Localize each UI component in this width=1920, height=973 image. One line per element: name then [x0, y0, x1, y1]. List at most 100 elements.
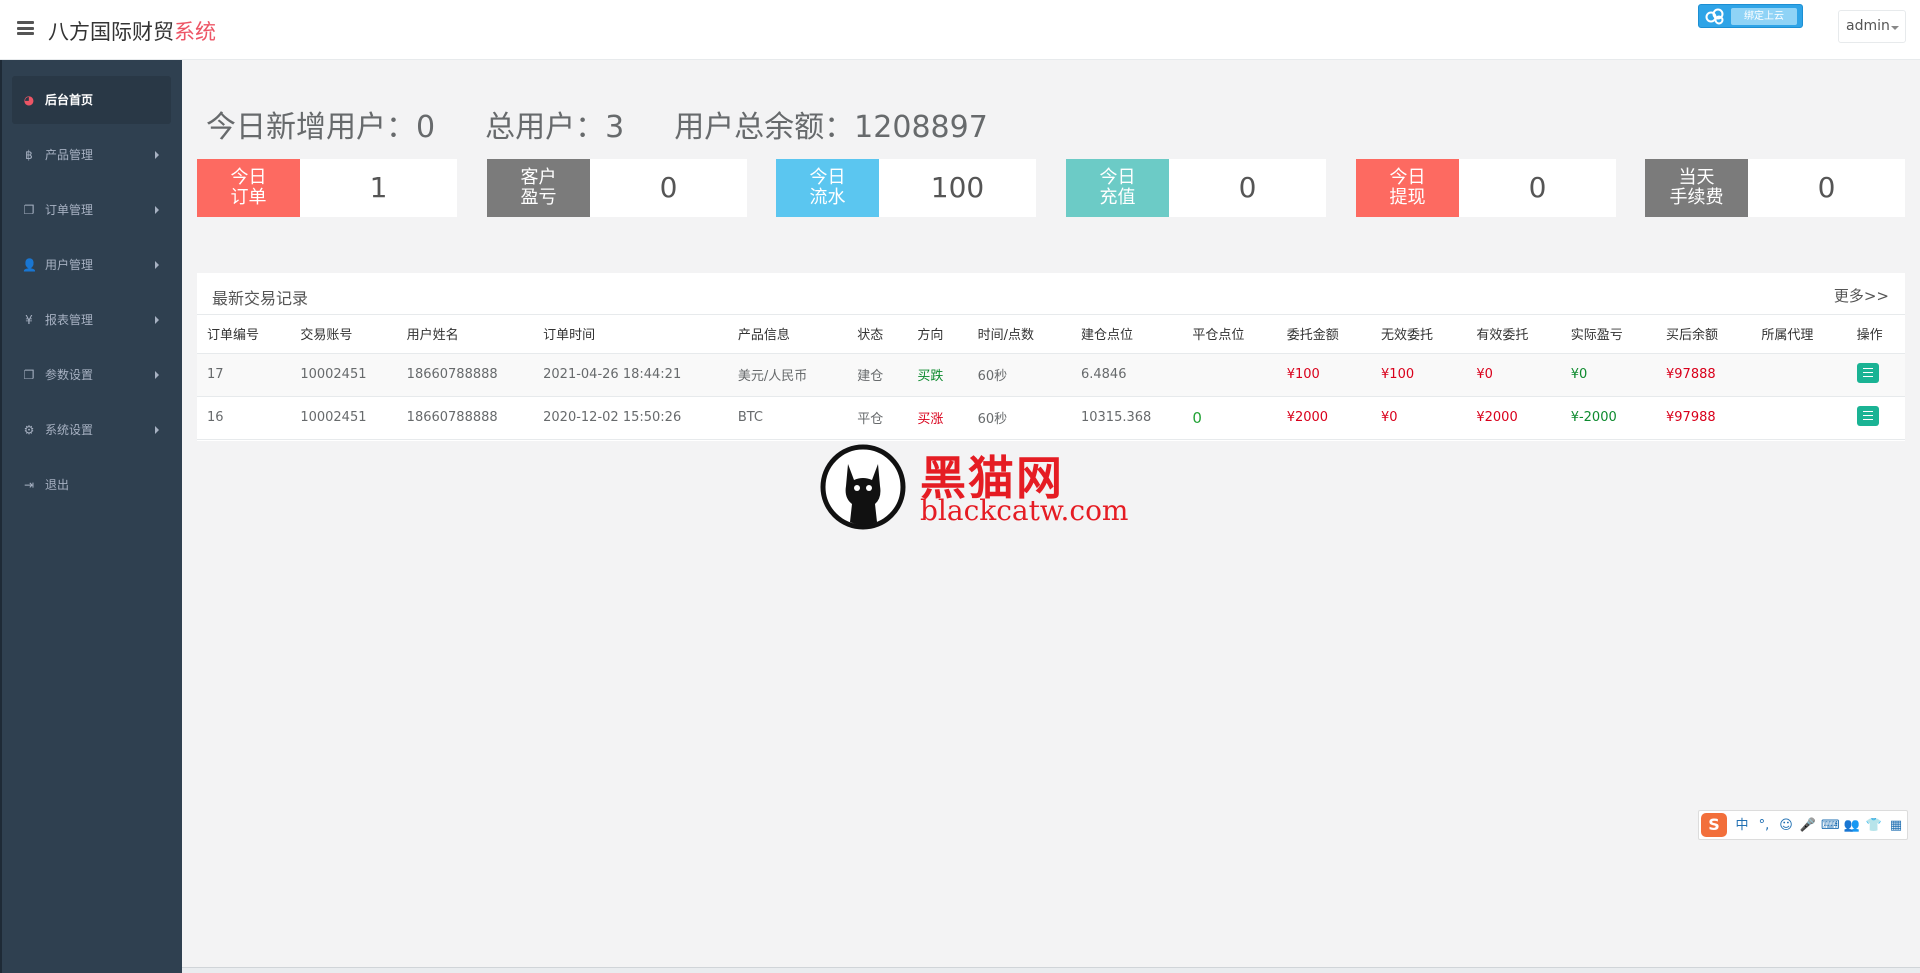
- cell-time: 2020-12-02 15:50:26: [533, 396, 728, 440]
- sidebar: ◕ 后台首页 ฿ 产品管理 ❐ 订单管理 👤 用户管理 ¥ 报表管理 ❐ 参数设…: [0, 60, 182, 973]
- detail-button[interactable]: [1856, 362, 1879, 383]
- stat-label: 今日 充值: [1066, 159, 1169, 217]
- column-header: 买后余额: [1656, 315, 1752, 354]
- user-menu-dropdown[interactable]: admin: [1838, 10, 1906, 43]
- chinese-mode-icon[interactable]: 中: [1733, 817, 1751, 835]
- stat-label-line: 盈亏: [520, 187, 557, 208]
- column-header: 订单时间: [533, 315, 728, 354]
- cell-close-price: [1182, 353, 1277, 397]
- sidebar-item-parameters[interactable]: ❐ 参数设置: [12, 351, 171, 399]
- top-navbar: 八方国际财贸系统 绑定上云 admin: [0, 0, 1920, 60]
- cell-open-price: 10315.368: [1070, 396, 1183, 440]
- app-title: 八方国际财贸系统: [48, 16, 216, 46]
- stat-label-line: 客户: [520, 167, 557, 188]
- keyboard-icon[interactable]: ⌨: [1821, 817, 1840, 835]
- sidebar-item-label: 报表管理: [45, 313, 94, 327]
- cell-valid: ¥2000: [1466, 396, 1561, 440]
- menu-toggle-icon[interactable]: [17, 21, 34, 35]
- sidebar-item-label: 系统设置: [45, 423, 94, 437]
- cell-product: 美元/人民币: [727, 353, 848, 397]
- bottom-scrollbar[interactable]: [182, 967, 1920, 973]
- stat-value: 1: [369, 171, 388, 204]
- stat-value: 0: [1817, 171, 1836, 204]
- column-header: 平仓点位: [1182, 315, 1277, 354]
- sidebar-item-label: 退出: [45, 478, 70, 492]
- column-header: 时间/点数: [967, 315, 1071, 354]
- stat-label: 客户 盈亏: [487, 159, 590, 217]
- cell-status: 建仓: [847, 353, 908, 397]
- sidebar-item-system[interactable]: ⚙ 系统设置: [12, 406, 171, 454]
- caret-right-icon: [155, 316, 159, 324]
- watermark-text-en: blackcatw.com: [920, 494, 1129, 527]
- cell-order-id: 17: [197, 353, 291, 397]
- punctuation-icon[interactable]: °,: [1755, 817, 1773, 835]
- table-row: 17 10002451 18660788888 2021-04-26 18:44…: [197, 353, 1905, 397]
- emoji-icon[interactable]: ☺: [1777, 817, 1795, 835]
- new-users-today: 今日新增用户：0: [206, 110, 436, 145]
- column-header: 产品信息: [727, 315, 848, 354]
- sogou-logo-icon[interactable]: S: [1701, 813, 1727, 837]
- stat-label: 当天 手续费: [1645, 159, 1748, 217]
- sidebar-item-dashboard[interactable]: ◕ 后台首页: [12, 76, 171, 124]
- stat-card-client-pnl: 客户 盈亏 0: [487, 159, 747, 217]
- toolbox-icon[interactable]: ▦: [1887, 817, 1905, 835]
- cell-operation: [1846, 396, 1905, 440]
- cell-profit: ¥-2000: [1560, 396, 1657, 440]
- skin-icon[interactable]: 👕: [1865, 817, 1883, 835]
- column-header: 有效委托: [1466, 315, 1561, 354]
- column-header: 无效委托: [1371, 315, 1467, 354]
- app-title-accent: 系统: [174, 20, 216, 44]
- stat-label-line: 手续费: [1669, 187, 1724, 208]
- stat-card-today-deposit: 今日 充值 0: [1066, 159, 1326, 217]
- sidebar-item-users[interactable]: 👤 用户管理: [12, 241, 171, 289]
- caret-right-icon: [155, 371, 159, 379]
- column-header: 订单编号: [197, 315, 291, 354]
- dashboard-icon: ◕: [23, 93, 35, 107]
- cell-direction: 买涨: [907, 396, 968, 440]
- cell-balance: ¥97888: [1656, 353, 1752, 397]
- sidebar-item-label: 产品管理: [45, 148, 94, 162]
- cloud-icon: [1705, 8, 1724, 25]
- table-row: 16 10002451 18660788888 2020-12-02 15:50…: [197, 396, 1905, 440]
- stat-label-line: 提现: [1389, 187, 1426, 208]
- more-link[interactable]: 更多>>: [1834, 285, 1889, 306]
- stat-label-line: 今日: [809, 167, 846, 188]
- cell-amount: ¥2000: [1276, 396, 1372, 440]
- cell-user-name: 18660788888: [396, 396, 534, 440]
- sidebar-item-label: 参数设置: [45, 368, 94, 382]
- column-header: 建仓点位: [1070, 315, 1183, 354]
- column-header: 方向: [907, 315, 968, 354]
- cell-invalid: ¥100: [1371, 353, 1467, 397]
- caret-right-icon: [155, 206, 159, 214]
- column-header: 操作: [1846, 315, 1905, 354]
- microphone-icon[interactable]: 🎤: [1799, 817, 1817, 835]
- sidebar-item-logout[interactable]: ⇥ 退出: [12, 461, 171, 509]
- stat-card-today-withdraw: 今日 提现 0: [1356, 159, 1616, 217]
- table-header-row: 订单编号 交易账号 用户姓名 订单时间 产品信息 状态 方向 时间/点数 建仓点…: [197, 315, 1905, 354]
- stat-label: 今日 流水: [776, 159, 879, 217]
- bitcoin-icon: ฿: [25, 148, 33, 162]
- copy-icon: ❐: [23, 368, 35, 382]
- stat-card-today-orders: 今日 订单 1: [197, 159, 457, 217]
- user-icon[interactable]: 👥: [1843, 817, 1861, 835]
- sidebar-item-reports[interactable]: ¥ 报表管理: [12, 296, 171, 344]
- column-header: 所属代理: [1751, 315, 1847, 354]
- summary-line: 今日新增用户：0 总用户：3 用户总余额：1208897: [206, 102, 1038, 146]
- cell-account: 10002451: [290, 353, 397, 397]
- cell-agent: [1751, 353, 1847, 397]
- sign-out-icon: ⇥: [23, 478, 35, 492]
- cell-balance: ¥97988: [1656, 396, 1752, 440]
- detail-button[interactable]: [1856, 405, 1879, 426]
- cell-status: 平仓: [847, 396, 908, 440]
- column-header: 交易账号: [290, 315, 397, 354]
- sidebar-item-label: 订单管理: [45, 203, 94, 217]
- stat-card-today-fee: 当天 手续费 0: [1645, 159, 1905, 217]
- app-title-main: 八方国际财贸: [48, 20, 174, 44]
- sidebar-item-products[interactable]: ฿ 产品管理: [12, 131, 171, 179]
- sidebar-item-orders[interactable]: ❐ 订单管理: [12, 186, 171, 234]
- cell-product: BTC: [727, 396, 848, 440]
- copy-icon: ❐: [23, 203, 35, 217]
- cell-agent: [1751, 396, 1847, 440]
- cloud-bind-label: 绑定上云: [1731, 8, 1797, 25]
- cloud-bind-button[interactable]: 绑定上云: [1698, 4, 1803, 28]
